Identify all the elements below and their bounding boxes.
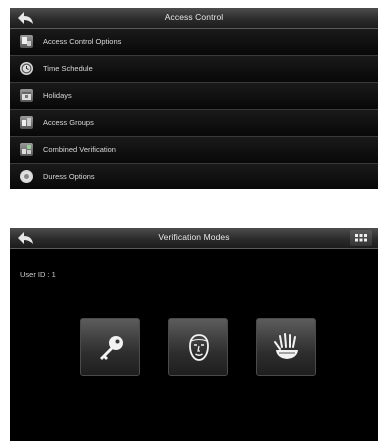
combined-verification-icon: [20, 143, 33, 156]
menu-item-holidays[interactable]: Holidays: [10, 83, 378, 110]
face-mode-button[interactable]: [168, 318, 228, 376]
access-control-screen: Access Control Access Control Options Ti…: [10, 8, 378, 189]
group-icon: [20, 116, 33, 129]
menu-item-combined-verification[interactable]: Combined Verification: [10, 137, 378, 164]
page-title: Verification Modes: [158, 232, 230, 242]
title-bar: Verification Modes: [10, 228, 378, 249]
password-mode-button[interactable]: [80, 318, 140, 376]
menu-item-label: Access Groups: [43, 118, 94, 127]
duress-icon: [20, 170, 33, 183]
title-bar: Access Control: [10, 8, 378, 29]
menu-item-label: Access Control Options: [43, 37, 122, 46]
menu-item-label: Holidays: [43, 91, 72, 100]
palm-mode-button[interactable]: [256, 318, 316, 376]
menu-item-time-schedule[interactable]: Time Schedule: [10, 56, 378, 83]
clock-icon: [20, 62, 33, 75]
page-title: Access Control: [164, 12, 224, 22]
face-icon: [189, 334, 209, 361]
menu-grid-icon[interactable]: [350, 230, 372, 246]
menu-item-access-groups[interactable]: Access Groups: [10, 110, 378, 137]
user-id-label: User ID : 1: [20, 270, 56, 279]
palm-icon: [274, 333, 298, 359]
key-icon: [100, 336, 123, 360]
menu-item-label: Duress Options: [43, 172, 95, 181]
verification-modes-screen: Verification Modes User ID : 1: [10, 228, 378, 441]
menu-item-duress-options[interactable]: Duress Options: [10, 164, 378, 189]
menu-item-access-control-options[interactable]: Access Control Options: [10, 29, 378, 56]
access-options-icon: [20, 35, 33, 48]
menu-item-label: Time Schedule: [43, 64, 93, 73]
menu-item-label: Combined Verification: [43, 145, 116, 154]
calendar-icon: [20, 89, 33, 102]
